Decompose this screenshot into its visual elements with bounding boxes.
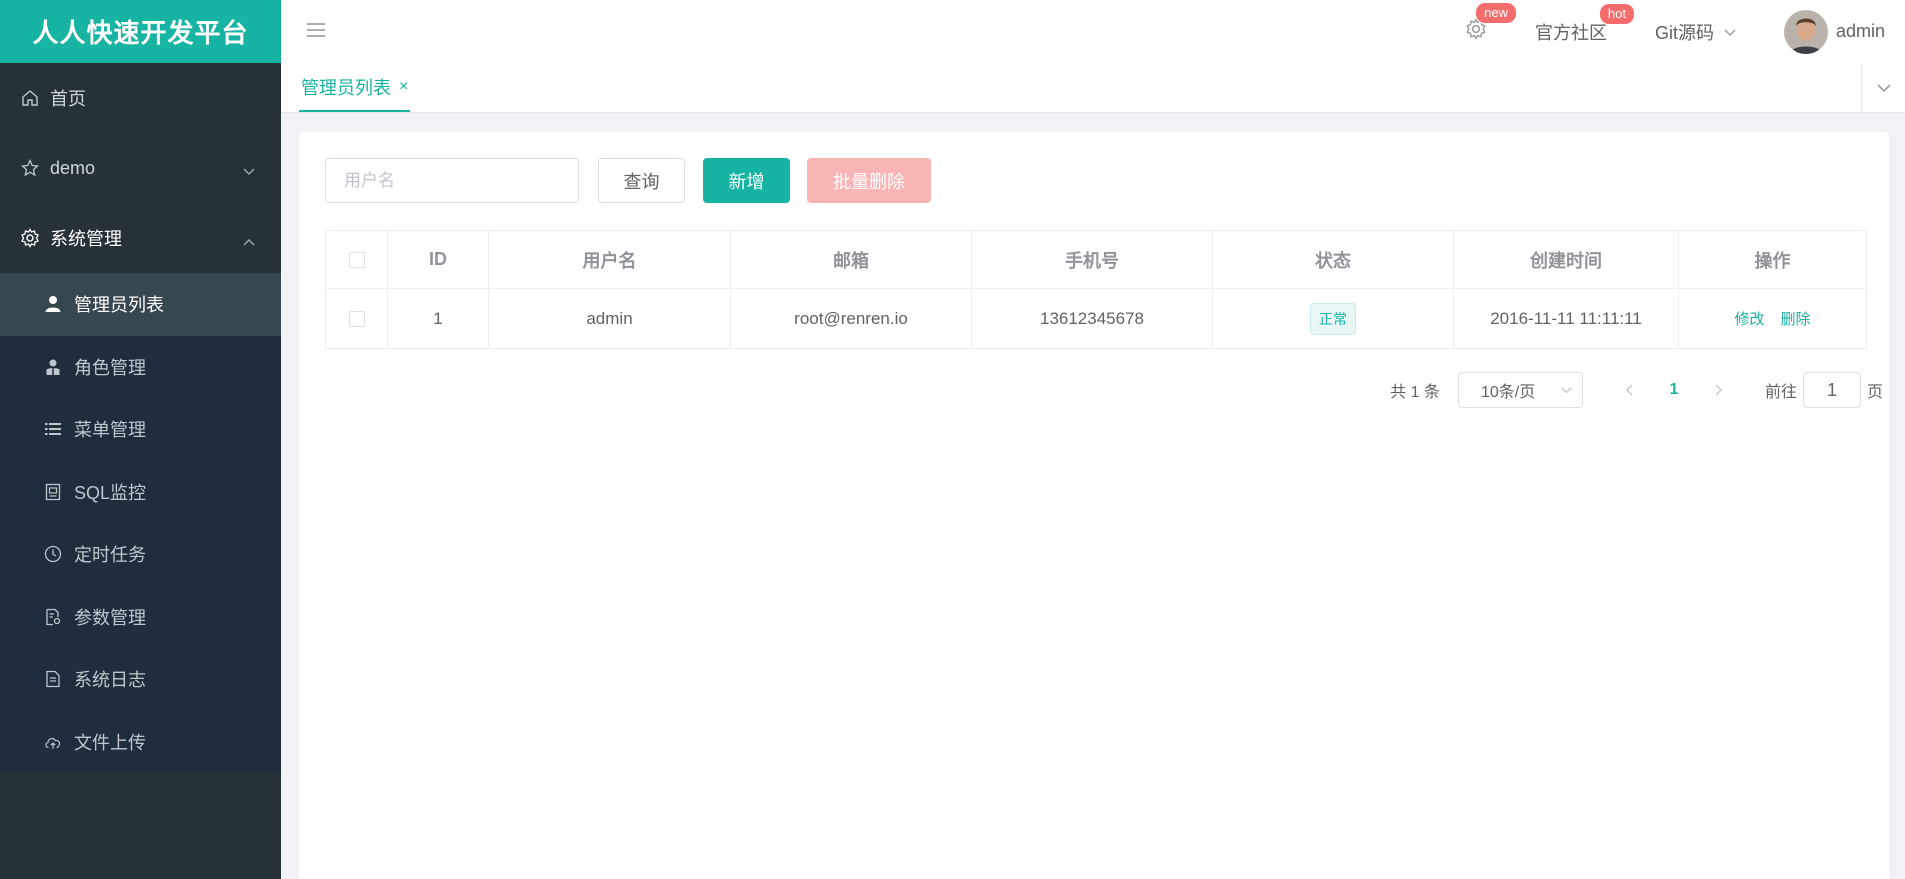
header-id: ID [388,231,489,288]
chevron-down-icon [1561,381,1572,399]
goto-prefix: 前往 [1764,384,1797,401]
page-size-select[interactable]: 10条/页 [1457,372,1583,408]
upload-icon [44,733,62,751]
edit-link[interactable]: 修改 [1734,308,1764,329]
cell-username: admin [489,289,731,348]
chevron-down-icon [1876,78,1891,98]
cell-mobile: 13612345678 [972,289,1213,348]
row-select-cell [326,289,388,348]
status-badge: 正常 [1310,302,1356,335]
settings-nav[interactable]: new [1465,2,1517,45]
sidebar-item-label: 文件上传 [74,732,146,753]
select-all-checkbox[interactable] [348,251,365,268]
user-icon [44,295,62,313]
git-label: Git源码 [1654,22,1714,43]
avatar [1783,9,1828,54]
new-badge: new [1475,2,1517,24]
query-button[interactable]: 查询 [598,158,685,203]
chevron-up-icon [243,230,255,251]
header-mobile: 手机号 [972,231,1213,288]
role-icon [44,358,62,376]
sidebar-item-label: 角色管理 [74,357,146,378]
username-label: admin [1835,21,1885,41]
sidebar-item-label: 系统管理 [50,229,122,249]
sql-icon [44,483,62,501]
chevron-down-icon [1724,21,1736,42]
row-checkbox[interactable] [348,310,365,327]
hot-badge: hot [1598,2,1635,25]
brand-logo[interactable]: 人人快速开发平台 [0,0,281,63]
gear-icon [20,228,40,248]
cell-id: 1 [388,289,489,348]
batch-delete-button[interactable]: 批量删除 [807,158,931,203]
page-number-current[interactable]: 1 [1649,381,1699,399]
sidebar-item-label: 参数管理 [74,607,146,628]
table-row: 1 admin root@renren.io 13612345678 正常 20… [326,288,1866,348]
git-dropdown[interactable]: Git源码 [1655,19,1736,45]
header-status: 状态 [1213,231,1454,288]
community-link[interactable]: 官方社区 hot [1534,2,1635,45]
delete-link[interactable]: 删除 [1781,308,1811,329]
user-menu[interactable]: admin [1783,9,1885,54]
table-header: ID 用户名 邮箱 手机号 状态 创建时间 操作 [326,231,1866,288]
sidebar-item-demo[interactable]: demo [0,133,281,203]
add-button[interactable]: 新增 [703,158,790,203]
tabs-dropdown[interactable] [1861,63,1905,112]
content-card: 查询 新增 批量删除 ID 用户名 邮箱 手机号 状态 创建时间 操作 1 ad… [299,132,1889,879]
star-icon [20,158,40,178]
goto-suffix: 页 [1866,384,1883,401]
sidebar-item-menus[interactable]: 菜单管理 [0,398,281,461]
tab-label: 管理员列表 [301,77,391,98]
select-all-cell [326,231,388,288]
sidebar-item-label: 系统日志 [74,670,146,691]
tab-admin-list[interactable]: 管理员列表 × [299,63,411,112]
header-email: 邮箱 [731,231,972,288]
sidebar-item-label: 定时任务 [74,545,146,566]
header-actions: 操作 [1754,250,1791,271]
prev-page-button[interactable] [1609,384,1649,396]
params-icon [44,608,62,626]
admin-table: ID 用户名 邮箱 手机号 状态 创建时间 操作 1 admin root@re… [325,230,1867,349]
sidebar-item-system[interactable]: 系统管理 [0,203,281,273]
system-submenu: 管理员列表 角色管理 菜单管理 SQL监控 定时任务 参数管理 系统日志 文件上… [0,273,281,773]
sidebar-item-roles[interactable]: 角色管理 [0,336,281,399]
list-icon [44,420,62,438]
pagination: 共 1 条 10条/页 1 前往 页 [1390,372,1889,408]
next-page-button[interactable] [1699,384,1739,396]
sidebar-item-sql[interactable]: SQL监控 [0,461,281,524]
header-username: 用户名 [489,231,731,288]
page-size-value: 10条/页 [1480,384,1536,401]
clock-icon [44,545,62,563]
chevron-right-icon [1715,384,1722,396]
top-navbar: new 官方社区 hot Git源码 admin [281,0,1905,63]
cell-actions: 修改 删除 [1679,289,1866,348]
tabs-bar: 管理员列表 × [281,63,1905,113]
community-label: 官方社区 [1534,22,1607,43]
home-icon [20,88,40,108]
chevron-down-icon [243,160,255,181]
total-count: 共 1 条 [1390,384,1440,401]
sidebar-item-params[interactable]: 参数管理 [0,586,281,649]
header-created: 创建时间 [1454,231,1679,288]
cell-email: root@renren.io [731,289,972,348]
sidebar-item-label: SQL监控 [74,482,147,503]
close-icon[interactable]: × [399,78,408,96]
sidebar-item-upload[interactable]: 文件上传 [0,711,281,774]
menu-toggle-icon[interactable] [306,20,326,45]
chevron-left-icon [1625,384,1633,396]
sidebar-item-scheduler[interactable]: 定时任务 [0,523,281,586]
sidebar-item-logs[interactable]: 系统日志 [0,648,281,711]
cell-created: 2016-11-11 11:11:11 [1454,289,1679,348]
sidebar-item-label: 菜单管理 [74,420,146,441]
username-search-input[interactable] [325,158,579,203]
sidebar-item-label: 首页 [50,89,86,109]
sidebar-item-admin-list[interactable]: 管理员列表 [0,273,281,336]
sidebar-item-label: demo [50,157,96,178]
sidebar: 人人快速开发平台 首页 demo 系统管理 管理员列表 角色管理 菜单管理 SQ… [0,0,281,879]
sidebar-item-label: 管理员列表 [74,295,164,316]
log-icon [44,670,62,688]
sidebar-item-home[interactable]: 首页 [0,63,281,133]
cell-status: 正常 [1213,289,1454,348]
goto-page-input[interactable] [1802,372,1861,408]
